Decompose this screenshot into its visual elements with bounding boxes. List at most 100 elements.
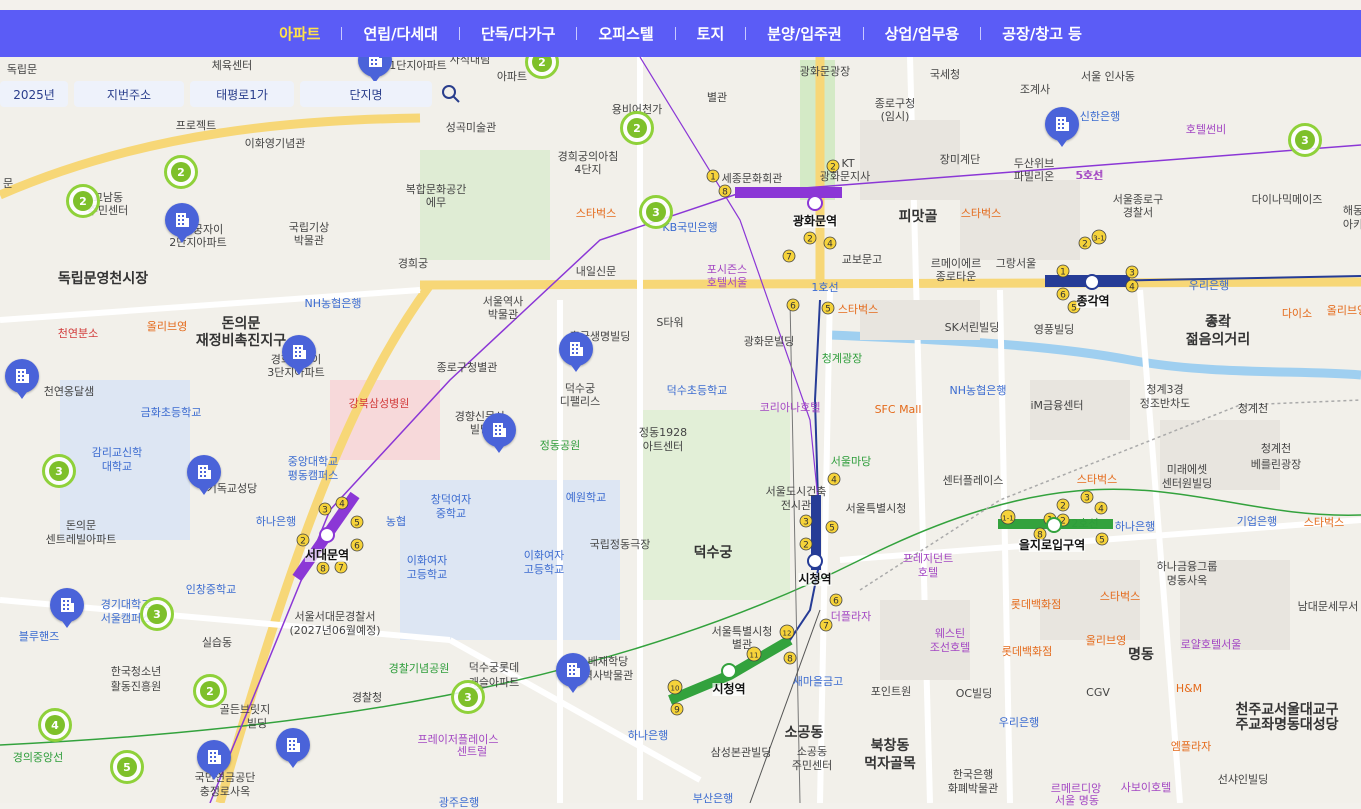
tab-property-type[interactable]: 단독/다가구 [460, 23, 576, 44]
line-badge [1046, 517, 1062, 533]
tab-property-type[interactable]: 오피스텔 [577, 23, 674, 44]
map-label: 덕수궁 [564, 382, 596, 395]
map-label: 천연분소 [57, 327, 99, 340]
search-icon[interactable] [438, 81, 464, 107]
map-label: 세종문화회관 [721, 172, 783, 185]
listing-cluster[interactable]: 3 [639, 195, 673, 229]
listing-cluster[interactable]: 2 [66, 184, 100, 218]
svg-text:5: 5 [825, 305, 831, 315]
svg-text:5: 5 [1099, 536, 1105, 546]
map-label: 박물관 [293, 234, 325, 247]
cluster-count: 2 [171, 162, 191, 182]
tab-property-type[interactable]: 공장/창고 등 [981, 23, 1103, 44]
map-label: 역사박물관 [582, 669, 634, 682]
map-label: 종로구청 [874, 97, 916, 110]
map-label: 서울서대문경찰서 [294, 610, 376, 623]
cluster-count: 2 [200, 681, 220, 701]
map-label: 다이소 [1281, 307, 1313, 320]
map-label: 올리브영 [146, 320, 188, 333]
cluster-count: 4 [45, 715, 65, 735]
svg-text:4: 4 [1129, 283, 1135, 293]
listing-cluster[interactable]: 5 [110, 750, 144, 784]
map-label: 신한은행 [1079, 110, 1121, 123]
map-label: 서울특별시청 [711, 625, 773, 638]
apartment-pin-icon[interactable] [1045, 107, 1079, 147]
map-label: 선샤인빌딩 [1217, 773, 1269, 786]
tab-property-type[interactable]: 분양/입주권 [746, 23, 862, 44]
map-label: 경찰서 [1122, 206, 1154, 219]
listing-cluster[interactable]: 3 [451, 680, 485, 714]
svg-text:3: 3 [1084, 494, 1090, 504]
listing-cluster[interactable]: 4 [38, 708, 72, 742]
svg-text:1: 1 [710, 173, 716, 183]
cluster-count: 2 [73, 191, 93, 211]
map-label: 4단지 [574, 163, 602, 176]
apartment-pin-icon[interactable] [559, 332, 593, 372]
map-label: 광화문지사 [819, 170, 871, 183]
map-label: 광화문역 [792, 214, 838, 228]
map-label: 로얄호텔서울 [1180, 638, 1242, 651]
apartment-pin-icon[interactable] [50, 588, 84, 628]
map-label: 명동사옥 [1166, 574, 1208, 587]
map-label: 영풍빌딩 [1033, 323, 1075, 336]
map-label: 빌딩 [246, 717, 268, 730]
complex-name-filter[interactable]: 단지명 [300, 81, 432, 107]
apartment-pin-icon[interactable] [276, 728, 310, 768]
apartment-pin-icon[interactable] [5, 359, 39, 399]
station-exit-marker: 3 [318, 502, 332, 516]
svg-text:5: 5 [829, 524, 835, 534]
svg-text:6: 6 [354, 542, 360, 552]
tab-property-type[interactable]: 상업/업무용 [864, 23, 980, 44]
svg-text:7: 7 [338, 564, 344, 574]
map-label: 스타벅스 [1303, 516, 1345, 529]
map-label: 서울역사 [482, 295, 524, 308]
map-label: 청계천 [1237, 402, 1269, 415]
listing-cluster[interactable]: 2 [164, 155, 198, 189]
year-filter[interactable]: 2025년 [0, 81, 68, 107]
station-exit-marker: 2 [799, 537, 813, 551]
svg-text:3-1: 3-1 [1093, 235, 1104, 243]
apartment-pin-icon[interactable] [187, 455, 221, 495]
map-label: 삼성본관빌딩 [710, 746, 772, 759]
svg-text:8: 8 [722, 188, 728, 198]
svg-text:8: 8 [787, 655, 793, 665]
map-label: KT [841, 157, 855, 170]
listing-cluster[interactable]: 3 [42, 454, 76, 488]
map-label: 국세청 [929, 68, 961, 81]
cluster-count: 3 [147, 604, 167, 624]
tab-property-type[interactable]: 아파트 [258, 23, 341, 44]
apartment-pin-icon[interactable] [482, 413, 516, 453]
map-label: 북창동 [870, 738, 910, 754]
svg-text:6: 6 [790, 302, 796, 312]
svg-text:10: 10 [671, 685, 680, 693]
map-label: 호텔썬비 [1185, 123, 1227, 136]
apartment-pin-icon[interactable] [282, 335, 316, 375]
listing-cluster[interactable]: 3 [140, 597, 174, 631]
listing-cluster[interactable]: 3 [1288, 123, 1322, 157]
district-filter[interactable]: 태평로1가 [190, 81, 294, 107]
map-label: 소공동 [784, 725, 824, 741]
map-label: 문 [2, 177, 14, 190]
lot-address-filter[interactable]: 지번주소 [74, 81, 184, 107]
map-label: 창덕여자 [430, 493, 472, 506]
apartment-pin-icon[interactable] [165, 203, 199, 243]
tab-property-type[interactable]: 토지 [676, 23, 746, 44]
apartment-pin-icon[interactable] [556, 653, 590, 693]
map-label: 정동1928 [638, 426, 688, 439]
map-label: 정동공원 [539, 439, 581, 452]
listing-cluster[interactable]: 2 [620, 111, 654, 145]
map-label: 하나은행 [255, 515, 297, 528]
map-label: 복합문화공간 [405, 183, 467, 196]
map-label: 광화문광장 [799, 65, 851, 78]
map-label: 내일신문 [575, 265, 617, 278]
listing-cluster[interactable]: 2 [193, 674, 227, 708]
apartment-pin-icon[interactable] [197, 740, 231, 780]
map-label: 독립문 [6, 63, 38, 76]
station-exit-marker: 3 [799, 514, 813, 528]
map-label: 롯데백화점 [1010, 598, 1062, 611]
svg-text:12: 12 [783, 630, 792, 638]
map-label: 중학교 [435, 507, 467, 520]
map-label: 서울 명동 [1055, 794, 1099, 807]
map-label: 인창중학교 [185, 583, 237, 596]
tab-property-type[interactable]: 연립/다세대 [342, 23, 458, 44]
